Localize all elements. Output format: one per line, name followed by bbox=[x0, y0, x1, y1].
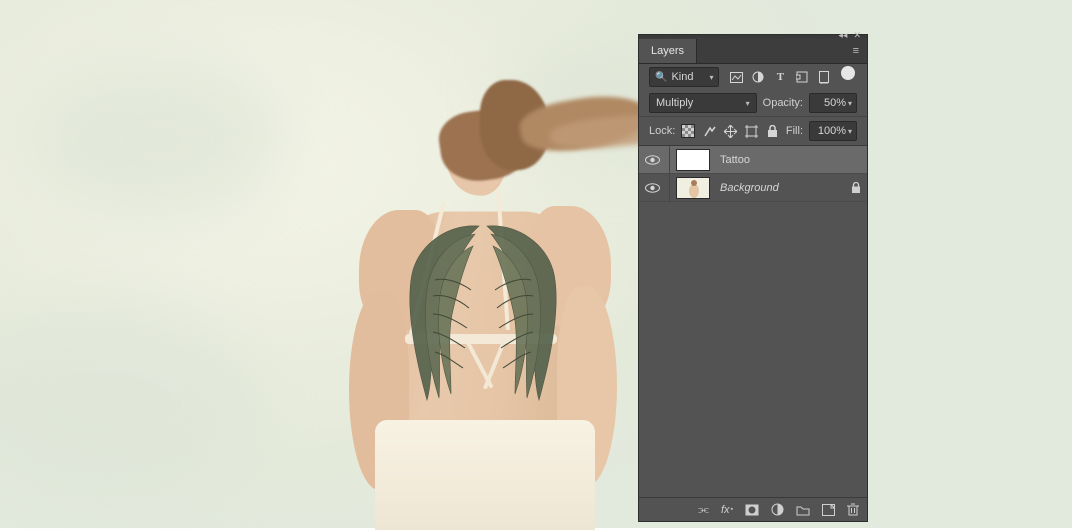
layer-row[interactable]: Tattoo bbox=[639, 146, 867, 174]
layers-bottom-bar: ⫘ fx▪ bbox=[639, 497, 867, 521]
chevron-down-icon: ▾ bbox=[709, 73, 713, 82]
search-icon: 🔍 bbox=[655, 72, 667, 83]
blend-mode-value: Multiply bbox=[656, 97, 693, 109]
lock-all-icon[interactable] bbox=[765, 124, 779, 138]
mask-icon[interactable] bbox=[745, 504, 759, 516]
fx-icon[interactable]: fx▪ bbox=[721, 504, 733, 516]
filter-kind-select[interactable]: 🔍 ▾ bbox=[649, 67, 719, 87]
filter-smartobject-icon[interactable] bbox=[817, 70, 831, 84]
fill-value: 100% bbox=[814, 125, 848, 137]
delete-icon[interactable] bbox=[847, 503, 859, 516]
opacity-value: 50% bbox=[814, 97, 848, 109]
canvas-subject bbox=[335, 90, 635, 528]
tab-layers[interactable]: Layers bbox=[639, 39, 697, 63]
fill-input[interactable]: 100% ▾ bbox=[809, 121, 857, 141]
opacity-input[interactable]: 50% ▾ bbox=[809, 93, 857, 113]
visibility-toggle-icon[interactable] bbox=[645, 183, 663, 193]
tattoo-overlay bbox=[387, 220, 579, 430]
filter-image-icon[interactable] bbox=[729, 70, 743, 84]
chevron-down-icon: ▾ bbox=[848, 99, 852, 108]
filter-shape-icon[interactable] bbox=[795, 70, 809, 84]
group-icon[interactable] bbox=[796, 504, 810, 516]
layer-lock-icon[interactable] bbox=[851, 182, 861, 194]
layer-row[interactable]: Background bbox=[639, 174, 867, 202]
lock-label: Lock: bbox=[649, 125, 675, 137]
adjustment-layer-icon[interactable] bbox=[771, 503, 784, 516]
lock-transparency-icon[interactable] bbox=[681, 124, 695, 138]
layers-list: Tattoo Background bbox=[639, 146, 867, 497]
fill-label: Fill: bbox=[786, 125, 803, 137]
panel-close-icon[interactable]: ✕ bbox=[853, 30, 861, 41]
layer-name[interactable]: Background bbox=[716, 182, 845, 194]
layer-thumbnail[interactable] bbox=[676, 177, 710, 199]
panel-collapse-icon[interactable]: ◂◂ bbox=[838, 30, 847, 41]
visibility-toggle-icon[interactable] bbox=[645, 155, 663, 165]
chevron-down-icon: ▾ bbox=[848, 127, 852, 136]
layer-name[interactable]: Tattoo bbox=[716, 154, 861, 166]
filter-kind-input[interactable] bbox=[671, 71, 705, 83]
lock-position-icon[interactable] bbox=[723, 124, 737, 138]
filter-toggle-icon[interactable] bbox=[841, 66, 855, 80]
link-layers-icon[interactable]: ⫘ bbox=[698, 502, 709, 517]
new-layer-icon[interactable] bbox=[822, 504, 835, 516]
lock-image-icon[interactable] bbox=[702, 124, 716, 138]
layer-thumbnail[interactable] bbox=[676, 149, 710, 171]
filter-adjustment-icon[interactable] bbox=[751, 70, 765, 84]
lock-artboard-icon[interactable] bbox=[744, 124, 758, 138]
layers-panel: ◂◂ ✕ Layers ≡ 🔍 ▾ T Multiply ▾ Opacity: … bbox=[638, 34, 868, 522]
filter-type-icon[interactable]: T bbox=[773, 70, 787, 84]
chevron-down-icon: ▾ bbox=[746, 99, 750, 108]
panel-menu-icon[interactable]: ≡ bbox=[845, 45, 867, 57]
opacity-label: Opacity: bbox=[763, 97, 803, 109]
blend-mode-select[interactable]: Multiply ▾ bbox=[649, 93, 757, 113]
panel-tabbar: Layers ≡ bbox=[639, 38, 867, 64]
